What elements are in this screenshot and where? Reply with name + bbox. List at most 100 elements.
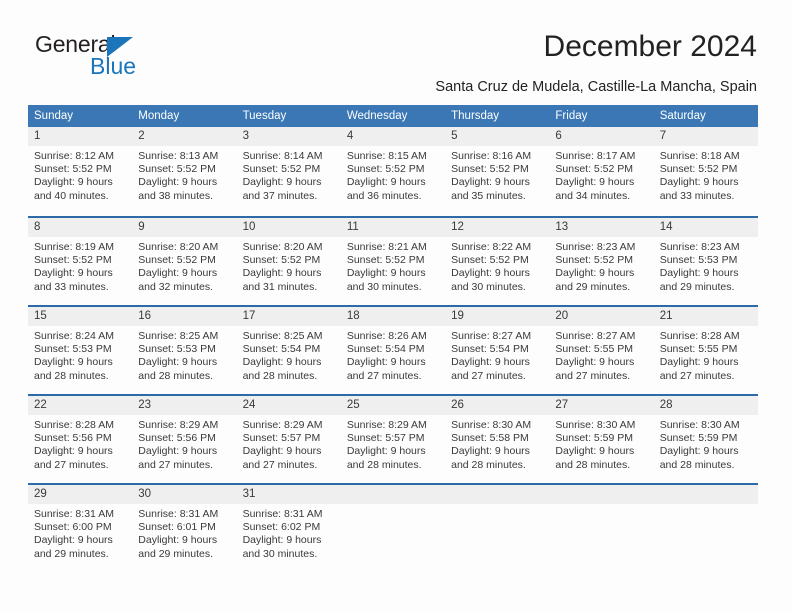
- calendar-cell: 15 Sunrise: 8:24 AM Sunset: 5:53 PM Dayligh…: [28, 305, 133, 394]
- day-cell[interactable]: 2 Sunrise: 8:13 AM Sunset: 5:52 PM Daylight…: [132, 127, 237, 216]
- day-cell[interactable]: 11 Sunrise: 8:21 AM Sunset: 5:52 PM Dayligh…: [340, 216, 446, 305]
- day-cell[interactable]: 14 Sunrise: 8:23 AM Sunset: 5:53 PM Dayligh…: [653, 216, 758, 305]
- brand-logo[interactable]: General Blue: [35, 33, 165, 81]
- day-number: 9: [132, 218, 237, 237]
- day-number: 11: [340, 218, 446, 237]
- sunset-text: Sunset: 5:59 PM: [659, 432, 738, 445]
- day-cell[interactable]: 31 Sunrise: 8:31 AM Sunset: 6:02 PM Dayligh…: [236, 483, 341, 572]
- day-cell[interactable]: 27 Sunrise: 8:30 AM Sunset: 5:59 PM Dayligh…: [549, 394, 654, 483]
- sunrise-text: Sunrise: 8:23 AM: [659, 241, 740, 253]
- day-cell[interactable]: 30 Sunrise: 8:31 AM Sunset: 6:01 PM Dayligh…: [132, 483, 237, 572]
- sunset-text: Sunset: 5:55 PM: [555, 343, 634, 356]
- day-cell[interactable]: 5 Sunrise: 8:16 AM Sunset: 5:52 PM Daylight…: [445, 127, 550, 216]
- day-sun-info: Sunrise: 8:31 AM Sunset: 6:01 PM Daylight:…: [132, 504, 236, 561]
- sunrise-text: Sunrise: 8:30 AM: [555, 419, 636, 431]
- calendar-cell: 31 Sunrise: 8:31 AM Sunset: 6:02 PM Dayligh…: [236, 483, 341, 572]
- day-cell[interactable]: 16 Sunrise: 8:25 AM Sunset: 5:53 PM Dayligh…: [132, 305, 237, 394]
- sunrise-text: Sunrise: 8:27 AM: [451, 330, 532, 342]
- day-sun-info: Sunrise: 8:23 AM Sunset: 5:53 PM Daylight:…: [654, 237, 758, 294]
- daylight-text-line1: Daylight: 9 hours: [242, 445, 322, 458]
- sunrise-text: Sunrise: 8:19 AM: [34, 241, 114, 253]
- day-cell[interactable]: 15 Sunrise: 8:24 AM Sunset: 5:53 PM Dayligh…: [28, 305, 133, 394]
- daylight-text-line1: Daylight: 9 hours: [659, 445, 739, 458]
- page-header: General Blue December 2024 Santa Cruz de…: [0, 0, 792, 100]
- day-cell[interactable]: 29 Sunrise: 8:31 AM Sunset: 6:00 PM Dayligh…: [28, 483, 133, 572]
- day-cell-empty: [340, 483, 446, 572]
- day-cell[interactable]: 21 Sunrise: 8:28 AM Sunset: 5:55 PM Dayligh…: [653, 305, 758, 394]
- day-number: 10: [236, 218, 341, 237]
- day-cell[interactable]: 22 Sunrise: 8:28 AM Sunset: 5:56 PM Dayligh…: [28, 394, 133, 483]
- day-cell[interactable]: 10 Sunrise: 8:20 AM Sunset: 5:52 PM Dayligh…: [236, 216, 341, 305]
- day-cell[interactable]: 12 Sunrise: 8:22 AM Sunset: 5:52 PM Dayligh…: [445, 216, 550, 305]
- day-cell[interactable]: 3 Sunrise: 8:14 AM Sunset: 5:52 PM Daylight…: [236, 127, 341, 216]
- sunset-text: Sunset: 5:52 PM: [451, 254, 529, 267]
- sunset-text: Sunset: 5:56 PM: [138, 432, 216, 445]
- day-sun-info: Sunrise: 8:22 AM Sunset: 5:52 PM Daylight:…: [445, 237, 549, 294]
- daylight-text-line1: Daylight: 9 hours: [242, 267, 322, 280]
- calendar-body: 1 Sunrise: 8:12 AM Sunset: 5:52 PM Daylight…: [28, 127, 758, 572]
- day-cell[interactable]: 4 Sunrise: 8:15 AM Sunset: 5:52 PM Daylight…: [340, 127, 446, 216]
- day-sun-info: Sunrise: 8:17 AM Sunset: 5:52 PM Daylight:…: [549, 146, 653, 203]
- day-cell-empty: [653, 483, 758, 572]
- calendar-cell: [340, 483, 446, 572]
- sunrise-text: Sunrise: 8:31 AM: [242, 508, 323, 520]
- sunrise-text: Sunrise: 8:30 AM: [451, 419, 532, 431]
- sunrise-text: Sunrise: 8:31 AM: [138, 508, 219, 520]
- sunrise-text: Sunrise: 8:21 AM: [346, 241, 427, 253]
- daylight-text-line2: and 37 minutes.: [242, 189, 318, 202]
- day-sun-info: Sunrise: 8:27 AM Sunset: 5:54 PM Daylight:…: [445, 326, 549, 383]
- day-cell[interactable]: 18 Sunrise: 8:26 AM Sunset: 5:54 PM Dayligh…: [340, 305, 446, 394]
- day-cell[interactable]: 26 Sunrise: 8:30 AM Sunset: 5:58 PM Dayligh…: [445, 394, 550, 483]
- weekday-header-saturday: Saturday: [653, 105, 758, 127]
- daylight-text-line2: and 34 minutes.: [555, 189, 631, 202]
- sunset-text: Sunset: 5:52 PM: [555, 163, 634, 176]
- day-sun-info: Sunrise: 8:24 AM Sunset: 5:53 PM Daylight:…: [28, 326, 132, 383]
- daylight-text-line2: and 27 minutes.: [242, 458, 318, 471]
- calendar-cell: 4 Sunrise: 8:15 AM Sunset: 5:52 PM Daylight…: [340, 127, 446, 216]
- day-cell[interactable]: 1 Sunrise: 8:12 AM Sunset: 5:52 PM Daylight…: [28, 127, 133, 216]
- day-cell[interactable]: 28 Sunrise: 8:30 AM Sunset: 5:59 PM Dayligh…: [653, 394, 758, 483]
- calendar-cell: 26 Sunrise: 8:30 AM Sunset: 5:58 PM Dayligh…: [445, 394, 550, 483]
- day-number: 29: [28, 485, 133, 504]
- day-number: [653, 485, 758, 504]
- day-cell[interactable]: 24 Sunrise: 8:29 AM Sunset: 5:57 PM Dayligh…: [236, 394, 341, 483]
- day-cell[interactable]: 6 Sunrise: 8:17 AM Sunset: 5:52 PM Daylight…: [549, 127, 654, 216]
- day-sun-info: Sunrise: 8:30 AM Sunset: 5:59 PM Daylight:…: [654, 415, 758, 472]
- daylight-text-line1: Daylight: 9 hours: [451, 267, 530, 280]
- day-sun-info: Sunrise: 8:20 AM Sunset: 5:52 PM Daylight:…: [237, 237, 341, 294]
- calendar-cell: [653, 483, 758, 572]
- daylight-text-line1: Daylight: 9 hours: [555, 356, 635, 369]
- sunrise-text: Sunrise: 8:30 AM: [659, 419, 740, 431]
- sunrise-text: Sunrise: 8:16 AM: [451, 150, 532, 162]
- daylight-text-line1: Daylight: 9 hours: [34, 267, 113, 280]
- sunset-text: Sunset: 5:52 PM: [242, 254, 321, 267]
- daylight-text-line1: Daylight: 9 hours: [138, 176, 218, 189]
- daylight-text-line2: and 28 minutes.: [451, 458, 526, 471]
- day-number: 20: [549, 307, 654, 326]
- day-cell[interactable]: 20 Sunrise: 8:27 AM Sunset: 5:55 PM Dayligh…: [549, 305, 654, 394]
- day-cell[interactable]: 25 Sunrise: 8:29 AM Sunset: 5:57 PM Dayligh…: [340, 394, 446, 483]
- day-cell[interactable]: 23 Sunrise: 8:29 AM Sunset: 5:56 PM Dayligh…: [132, 394, 237, 483]
- calendar-cell: 12 Sunrise: 8:22 AM Sunset: 5:52 PM Dayligh…: [445, 216, 550, 305]
- brand-name-blue: Blue: [90, 53, 137, 79]
- day-number: [445, 485, 550, 504]
- calendar-cell: 16 Sunrise: 8:25 AM Sunset: 5:53 PM Dayligh…: [132, 305, 237, 394]
- sunset-text: Sunset: 5:52 PM: [346, 254, 425, 267]
- day-cell[interactable]: 19 Sunrise: 8:27 AM Sunset: 5:54 PM Dayligh…: [445, 305, 550, 394]
- daylight-text-line2: and 28 minutes.: [34, 369, 109, 382]
- day-cell[interactable]: 7 Sunrise: 8:18 AM Sunset: 5:52 PM Daylight…: [653, 127, 758, 216]
- daylight-text-line2: and 38 minutes.: [138, 189, 213, 202]
- day-number: 2: [132, 127, 237, 146]
- day-number: 6: [549, 127, 654, 146]
- day-number: 5: [445, 127, 550, 146]
- day-cell[interactable]: 9 Sunrise: 8:20 AM Sunset: 5:52 PM Daylight…: [132, 216, 237, 305]
- page-subtitle: Santa Cruz de Mudela, Castille-La Mancha…: [435, 79, 757, 95]
- sunrise-text: Sunrise: 8:25 AM: [138, 330, 219, 342]
- weekday-header-sunday: Sunday: [28, 105, 133, 127]
- daylight-text-line2: and 33 minutes.: [659, 189, 735, 202]
- day-cell[interactable]: 8 Sunrise: 8:19 AM Sunset: 5:52 PM Daylight…: [28, 216, 133, 305]
- day-cell[interactable]: 13 Sunrise: 8:23 AM Sunset: 5:52 PM Dayligh…: [549, 216, 654, 305]
- sunrise-text: Sunrise: 8:12 AM: [34, 150, 114, 162]
- daylight-text-line1: Daylight: 9 hours: [451, 356, 530, 369]
- day-cell[interactable]: 17 Sunrise: 8:25 AM Sunset: 5:54 PM Dayligh…: [236, 305, 341, 394]
